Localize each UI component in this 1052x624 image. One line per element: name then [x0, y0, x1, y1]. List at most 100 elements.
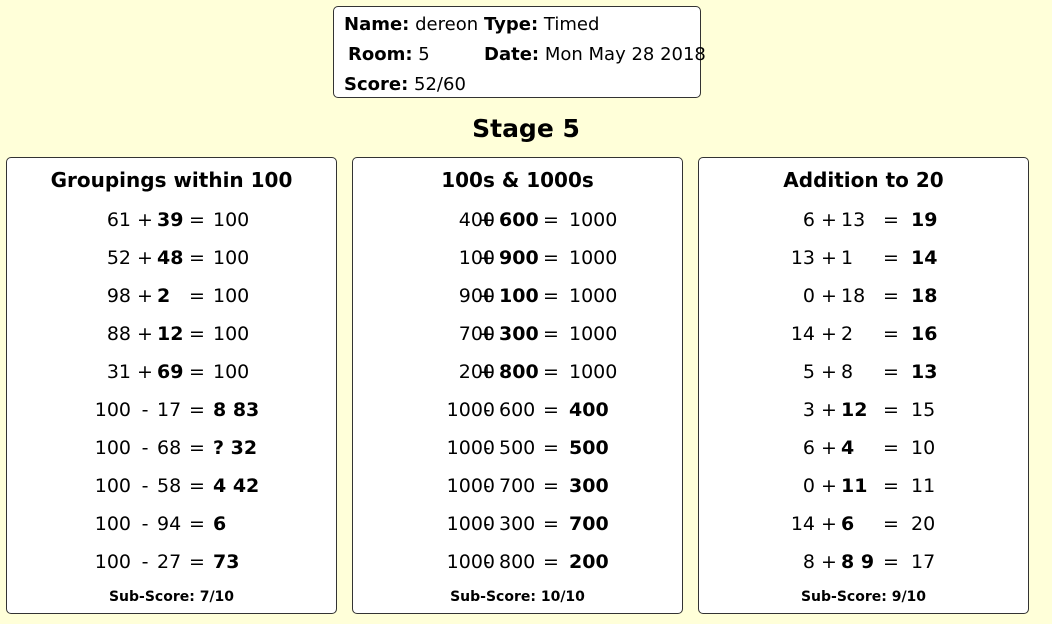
result: 1000 [569, 361, 618, 383]
problem-row: 100-68 = ? 32 [7, 429, 336, 467]
operand-b: 69 [157, 361, 184, 383]
name-label: Name: [344, 14, 410, 35]
operator: + [479, 209, 495, 231]
operand-a: 5 [802, 361, 815, 383]
type-label: Type: [484, 14, 539, 35]
problem-row: 1000-300 = 700 [353, 505, 682, 543]
operator: + [137, 361, 153, 383]
result: 15 [911, 399, 936, 421]
operand-b: 300 [499, 513, 536, 535]
operand-a: 6 [802, 209, 815, 231]
operand-b: 300 [499, 323, 539, 345]
operator: - [483, 437, 491, 459]
operand-a: 3 [802, 399, 815, 421]
equals-sign: = [543, 513, 559, 535]
panel-title: Groupings within 100 [50, 168, 293, 192]
problem-row: 52 +48 = 100 [7, 239, 336, 277]
equals-sign: = [189, 361, 205, 383]
equals-sign: = [883, 475, 899, 497]
operator: + [821, 361, 837, 383]
problem-list: 6 +13 = 19 13 +1 = 14 0 +18 = 18 14 +2 = 16 5 +8 = 13 3 +12 = 1… [699, 201, 1028, 581]
operand-a: 400 [458, 209, 495, 231]
operand-b: 11 [841, 475, 868, 497]
operator: - [483, 399, 491, 421]
operand-b: 4 [841, 437, 855, 459]
equals-sign: = [883, 361, 899, 383]
operator: + [137, 247, 153, 269]
equals-sign: = [189, 475, 205, 497]
operator: + [821, 551, 837, 573]
operand-b: 500 [499, 437, 536, 459]
operand-a: 31 [106, 361, 131, 383]
operand-a: 52 [106, 247, 131, 269]
panel-title: 100s & 1000s [441, 168, 594, 192]
result: 200 [569, 551, 609, 573]
operand-b: 600 [499, 209, 539, 231]
result: 1000 [569, 209, 618, 231]
problem-row: 100-17 = 8 83 [7, 391, 336, 429]
operator: + [137, 285, 153, 307]
equals-sign: = [883, 323, 899, 345]
operator: + [821, 285, 837, 307]
date-value: Mon May 28 2018 [544, 44, 706, 65]
result: 100 [213, 209, 250, 231]
result: 4 42 [213, 475, 260, 497]
result: 400 [569, 399, 609, 421]
problem-list: 61 +39 = 100 52 +48 = 100 98 +2 = 100 88 +12 = 100 31 +69… [7, 201, 336, 581]
operand-b: 2 [841, 323, 854, 345]
equals-sign: = [543, 361, 559, 383]
operand-b: 900 [499, 247, 539, 269]
problem-row: 5 +8 = 13 [699, 353, 1028, 391]
operand-b: 800 [499, 361, 539, 383]
operand-a: 8 [802, 551, 815, 573]
type-field: Type: Timed [484, 14, 599, 35]
operand-b: 1 [841, 247, 854, 269]
stage-title: Stage 5 [472, 114, 580, 143]
problem-row: 1000-600 = 400 [353, 391, 682, 429]
date-label: Date: [484, 44, 540, 65]
result: 1000 [569, 285, 618, 307]
problem-row: 1000-800 = 200 [353, 543, 682, 581]
result: 100 [213, 247, 250, 269]
problem-row: 100 +900 = 1000 [353, 239, 682, 277]
operand-b: 12 [157, 323, 184, 345]
operand-b: 700 [499, 475, 536, 497]
operand-a: 100 [94, 399, 131, 421]
problem-list: 400 +600 = 1000 100 +900 = 1000 900 +100 = 1000 700 +… [353, 201, 682, 581]
equals-sign: = [883, 247, 899, 269]
operand-a: 100 [94, 513, 131, 535]
equals-sign: = [189, 285, 205, 307]
equals-sign: = [883, 437, 899, 459]
operand-b: 800 [499, 551, 536, 573]
operand-b: 6 [841, 513, 855, 535]
operand-b: 13 [841, 209, 866, 231]
operand-b: 68 [157, 437, 182, 459]
operator: + [479, 323, 495, 345]
operand-a: 88 [106, 323, 131, 345]
score-value: 52/60 [414, 74, 466, 95]
equals-sign: = [189, 437, 205, 459]
result: 16 [911, 323, 938, 345]
room-label: Room: [348, 44, 413, 65]
operand-a: 200 [458, 361, 495, 383]
operand-b: 58 [157, 475, 182, 497]
operand-a: 6 [802, 437, 815, 459]
operator: - [483, 513, 491, 535]
result: 73 [213, 551, 240, 573]
equals-sign: = [543, 399, 559, 421]
operator: + [479, 285, 495, 307]
type-value: Timed [543, 14, 600, 35]
equals-sign: = [543, 285, 559, 307]
operand-a: 98 [106, 285, 131, 307]
result: ? 32 [213, 437, 258, 459]
equals-sign: = [543, 209, 559, 231]
problem-row: 6 +13 = 19 [699, 201, 1028, 239]
equals-sign: = [883, 399, 899, 421]
equals-sign: = [543, 437, 559, 459]
operand-b: 100 [499, 285, 539, 307]
result: 19 [911, 209, 938, 231]
panel-groupings: Groupings within 100 61 +39 = 100 52 +48 = 100 9… [6, 157, 337, 614]
operand-b: 8 9 [841, 551, 875, 573]
operator: - [141, 437, 149, 459]
result: 20 [911, 513, 936, 535]
